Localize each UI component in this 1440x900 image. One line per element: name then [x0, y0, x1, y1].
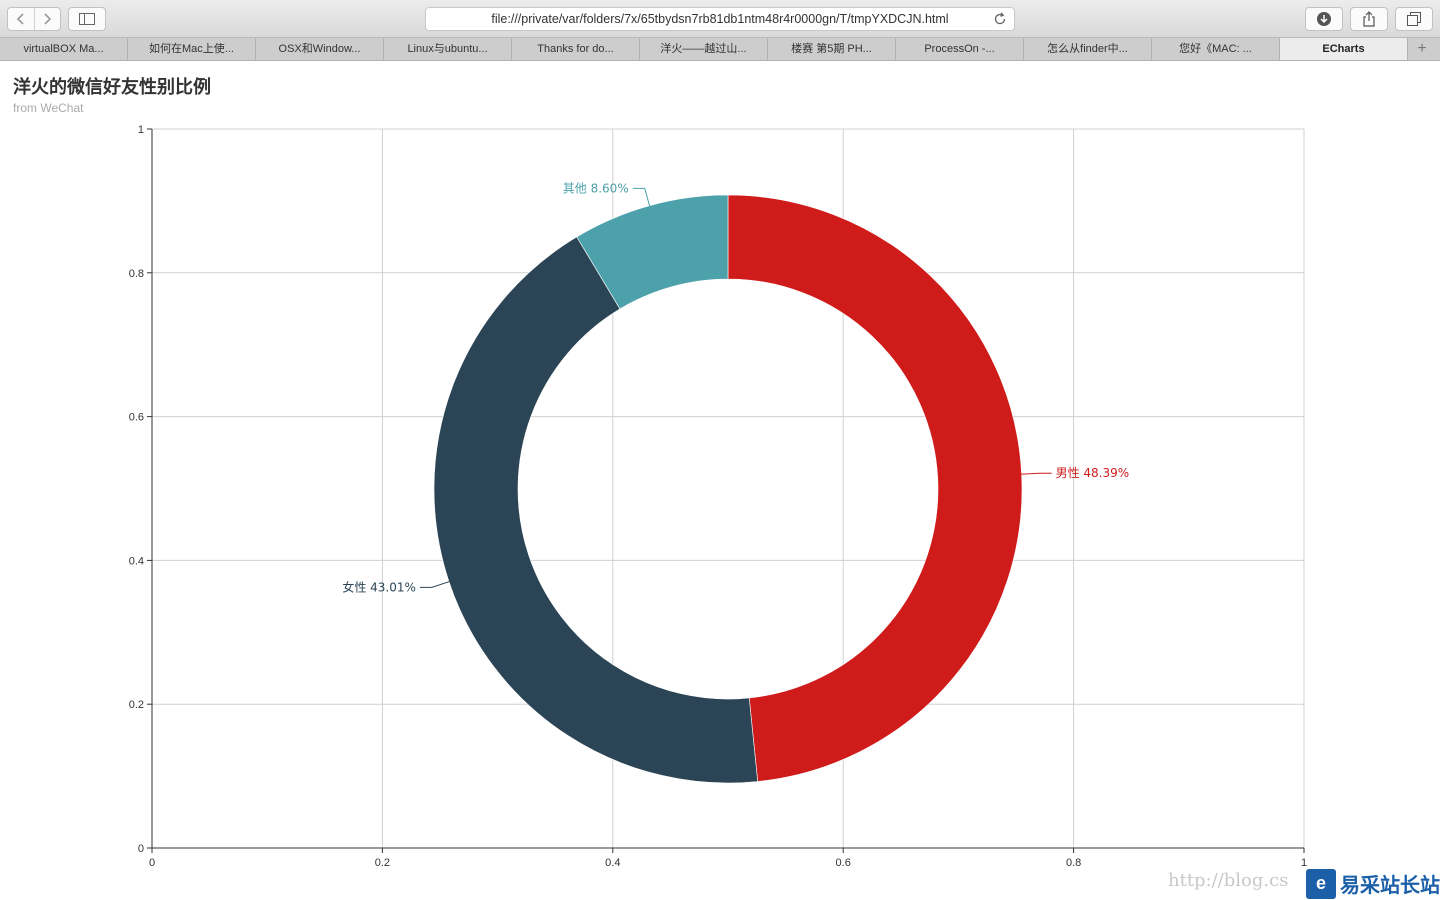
x-tick-label: 0.8 [1066, 857, 1081, 869]
y-tick-label: 0 [138, 843, 144, 855]
pie-chart: 0 0.2 0.4 0.6 0.8 100.20.40.60.81 男性 48.39%女性… [129, 124, 1307, 869]
x-tick-label: 0.6 [836, 857, 851, 869]
x-tick-label: 0.4 [605, 857, 620, 869]
x-tick-label: 0.2 [375, 857, 390, 869]
y-tick-label: 0.4 [129, 555, 144, 567]
watermark-url: http://blog.cs [1168, 870, 1289, 891]
y-tick-label: 0.2 [129, 699, 144, 711]
y-tick-label: 0.6 [129, 412, 144, 424]
label-leader-line [419, 580, 452, 588]
x-tick-label: 0 [149, 857, 155, 869]
y-tick-label: 1 [138, 124, 144, 136]
slice-label: 男性 48.39% [1056, 466, 1130, 480]
watermark-logo: e 易采站长站 [1306, 867, 1440, 900]
y-tick-label: 0.8 [129, 268, 144, 280]
slice-label: 其他 8.60% [563, 181, 629, 195]
label-leader-line [632, 187, 651, 208]
label-leader-line [1019, 472, 1052, 475]
pie-slices [433, 194, 1023, 784]
e-logo-icon: e [1306, 868, 1336, 899]
pie-slice-1[interactable] [727, 194, 1023, 782]
watermark-brand: 易采站长站 [1340, 875, 1440, 897]
slice-label: 女性 43.01% [342, 579, 416, 594]
pie-slice-2[interactable] [433, 236, 759, 784]
